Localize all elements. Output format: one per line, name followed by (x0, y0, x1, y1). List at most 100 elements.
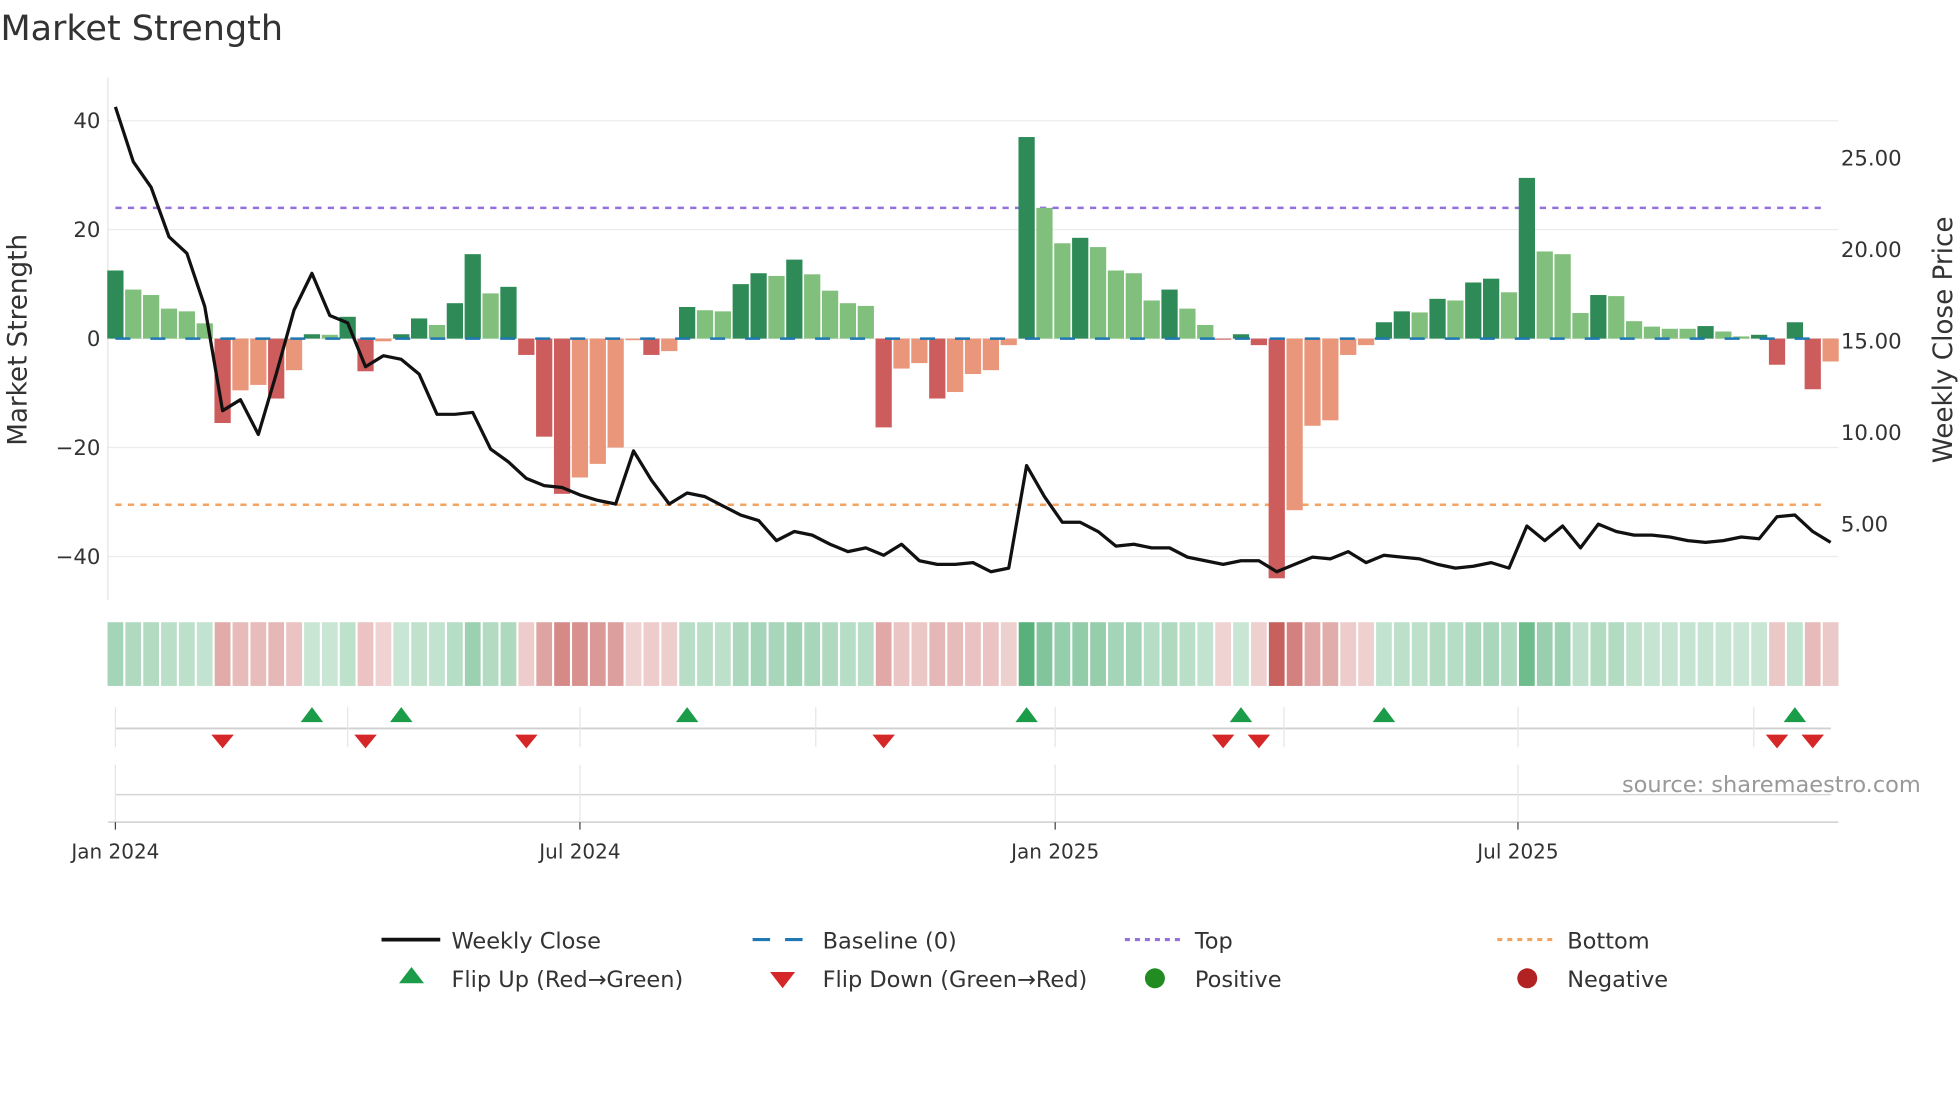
heatmap-cell (1590, 622, 1607, 686)
strength-bar (1786, 322, 1804, 339)
heatmap-cell (1501, 622, 1517, 686)
strength-bar (804, 274, 821, 339)
heatmap-cell (1286, 622, 1303, 686)
heatmap-cell (875, 622, 892, 686)
flip-down-marker (1247, 734, 1271, 749)
right-axis-ticks: 25.00 20.00 15.00 10.00 5.00 (1841, 147, 1902, 538)
left-tick-label: −40 (56, 545, 101, 570)
heatmap-cell (804, 622, 821, 686)
heatmap-cell (339, 622, 356, 686)
right-tick-label: 20.00 (1841, 238, 1902, 263)
heatmap-cell (1572, 622, 1589, 686)
heatmap-cell (357, 622, 374, 686)
strength-bar (1554, 254, 1571, 339)
heatmap-cell (1393, 622, 1410, 686)
strength-bar (1483, 278, 1500, 339)
heatmap-cell (554, 622, 570, 686)
strength-bar (571, 338, 589, 478)
heatmap-cell (393, 622, 410, 686)
strength-bar (125, 289, 142, 339)
heatmap-cell (446, 622, 463, 686)
heatmap-cell (1769, 622, 1785, 686)
heatmap-cell (1125, 622, 1142, 686)
strength-bar (643, 338, 660, 355)
flip-down-marker (1801, 734, 1824, 749)
heatmap-cell (1822, 622, 1839, 686)
heatmap-cell (268, 622, 285, 686)
legend-label: Top (1194, 928, 1233, 954)
strength-bar (982, 338, 999, 371)
strength-bar (1625, 321, 1643, 339)
strength-bar (1590, 295, 1607, 339)
heatmap-cell (1787, 622, 1803, 686)
heatmap-cell (714, 622, 731, 686)
strength-bar (518, 338, 535, 355)
legend: Weekly Close Baseline (0) Top Bottom Flip Up… (381, 928, 1668, 993)
heatmap-cell (1519, 622, 1535, 686)
heatmap-cell (1304, 622, 1321, 686)
heatmap-cell (321, 622, 338, 686)
strength-bar (696, 310, 714, 339)
market-strength-chart: Market Strength 40 20 0 −20 −40 25.00 20.00 15… (0, 9, 1959, 993)
heatmap-cell (1715, 622, 1732, 686)
strength-bar (553, 338, 571, 494)
heatmap-cell (375, 622, 392, 686)
heatmap-cell (929, 622, 946, 686)
strength-bar (232, 338, 249, 391)
strength-bar (1608, 296, 1625, 339)
heatmap-cell (947, 622, 964, 686)
legend-circle-icon (1144, 968, 1165, 989)
flip-up-marker (1783, 707, 1807, 723)
heatmap-cell (1179, 622, 1196, 686)
heatmap-cell (500, 622, 517, 686)
strength-bar (1804, 338, 1821, 390)
left-axis-label: Market Strength (4, 234, 34, 446)
strength-bar (589, 338, 606, 464)
strength-bar (303, 334, 321, 339)
strength-bar (375, 338, 392, 342)
legend-flip-up-icon (399, 967, 425, 984)
heatmap-cell (1036, 622, 1053, 686)
strength-bar (1340, 338, 1357, 355)
strength-bar (1679, 328, 1696, 339)
legend-label: Weekly Close (451, 928, 600, 954)
heatmap-cell (643, 622, 660, 686)
heatmap-cell (1733, 622, 1750, 686)
right-axis-label: Weekly Close Price (1929, 217, 1959, 464)
strength-bar (143, 295, 160, 339)
strength-bar (839, 303, 857, 339)
flip-down-marker (1765, 734, 1789, 749)
strength-bar (428, 324, 446, 339)
strength-bar (1375, 322, 1393, 339)
heatmap-cell (1376, 622, 1392, 686)
right-tick-label: 25.00 (1841, 147, 1902, 172)
heatmap-cell (1143, 622, 1160, 686)
strength-bar (1125, 273, 1142, 339)
strength-bar (1572, 312, 1589, 339)
legend-label: Negative (1567, 967, 1668, 993)
strength-bar (250, 338, 267, 385)
strength-bar (1643, 326, 1661, 339)
strength-bar (464, 254, 481, 339)
strength-bar (500, 286, 517, 339)
heatmap-cell (1018, 622, 1035, 686)
heatmap-cell (161, 622, 177, 686)
strength-bar (1661, 328, 1678, 339)
heatmap-cell (1197, 622, 1214, 686)
strength-bar (1768, 338, 1786, 365)
strength-bar (1536, 251, 1553, 339)
heatmap-cell (304, 622, 320, 686)
legend-label: Flip Up (Red→Green) (451, 967, 683, 993)
flip-up-marker (1015, 707, 1038, 723)
heatmap-cell (965, 622, 981, 686)
strength-bar (536, 338, 553, 437)
heatmap-cell (911, 622, 928, 686)
x-axis-ticks: Jan 2024 Jul 2024 Jan 2025 Jul 2025 (69, 822, 1559, 863)
strength-bar (750, 273, 767, 339)
strength-bar (1304, 338, 1321, 426)
heatmap-cell (857, 622, 874, 686)
strength-bar (661, 338, 678, 352)
heatmap-cell (232, 622, 249, 686)
strength-bar (1697, 326, 1714, 339)
strength-bar (607, 338, 624, 448)
